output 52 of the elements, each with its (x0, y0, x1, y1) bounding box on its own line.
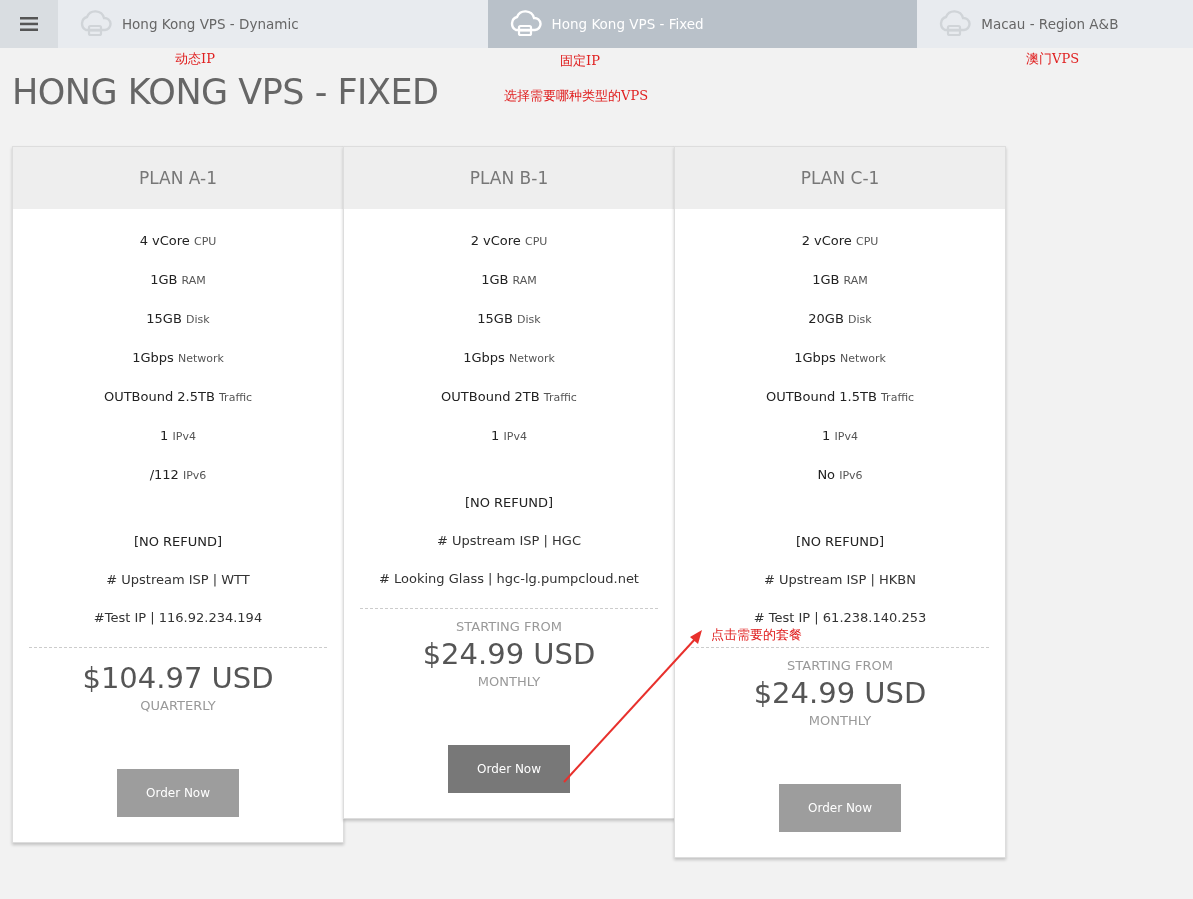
menu-icon (19, 17, 38, 31)
plan-note: [NO REFUND] (133, 533, 223, 551)
page-title: HONG KONG VPS - FIXED (12, 72, 439, 112)
spec-line: 1Gbps Network (463, 349, 555, 367)
spec-line: 1 IPv4 (491, 427, 527, 445)
annotation-text: 澳门VPS (1026, 50, 1080, 68)
annotation-text: 动态IP (175, 50, 215, 68)
spec-line: 2 vCore CPU (470, 232, 548, 250)
plan-price: $24.99 USD (422, 636, 596, 673)
spec-line: 15GB Disk (146, 310, 210, 328)
starting-label: STARTING FROM (787, 658, 893, 673)
spec-line: OUTBound 1.5TB Traffic (765, 388, 915, 406)
billing-period: MONTHLY (808, 713, 872, 728)
cloud-server-icon (937, 10, 972, 38)
starting-label: STARTING FROM (456, 619, 562, 634)
plan-note: # Upstream ISP | WTT (106, 571, 250, 589)
spec-line: 1 IPv4 (822, 427, 858, 445)
annotation-text: 点击需要的套餐 (711, 626, 802, 644)
billing-period: QUARTERLY (140, 698, 216, 713)
spec-line: 15GB Disk (477, 310, 541, 328)
annotation-text: 固定IP (560, 52, 600, 70)
plan-note: [NO REFUND] (795, 533, 885, 551)
spec-line: 2 vCore CPU (801, 232, 879, 250)
spec-line: 1Gbps Network (794, 349, 886, 367)
spec-line: 1Gbps Network (132, 349, 224, 367)
spec-line: No IPv6 (817, 466, 863, 484)
spec-line: OUTBound 2TB Traffic (441, 388, 577, 406)
spec-line: 1GB RAM (481, 271, 537, 289)
plan-note: #Test IP | 116.92.234.194 (93, 609, 263, 627)
annotation-text: 选择需要哪种类型的VPS (504, 87, 649, 105)
plan-note: # Looking Glass | hgc-lg.pumpcloud.net (379, 570, 639, 588)
spec-line: 20GB Disk (808, 310, 872, 328)
plan-note: # Upstream ISP | HKBN (764, 571, 916, 589)
plan-header: PLAN B-1 (344, 147, 674, 209)
plan-price: $104.97 USD (82, 660, 274, 697)
spec-line: 1GB RAM (150, 271, 206, 289)
order-button[interactable]: Order Now (117, 769, 239, 817)
spec-line: /112 IPv6 (149, 466, 207, 484)
plan-header: PLAN C-1 (675, 147, 1005, 209)
plan-note: # Upstream ISP | HGC (437, 532, 581, 550)
menu-button[interactable] (0, 0, 58, 48)
order-button[interactable]: Order Now (779, 784, 901, 832)
spec-line: OUTBound 2.5TB Traffic (103, 388, 253, 406)
plan-note: [NO REFUND] (464, 494, 554, 512)
spec-line: 4 vCore CPU (139, 232, 217, 250)
billing-period: MONTHLY (477, 674, 541, 689)
plan-note: # Test IP | 61.238.140.253 (753, 609, 927, 627)
spec-line: 1GB RAM (812, 271, 868, 289)
plan-price: $24.99 USD (753, 675, 927, 712)
order-button[interactable]: Order Now (448, 745, 570, 793)
spec-line: 1 IPv4 (160, 427, 196, 445)
plan-header: PLAN A-1 (13, 147, 343, 209)
